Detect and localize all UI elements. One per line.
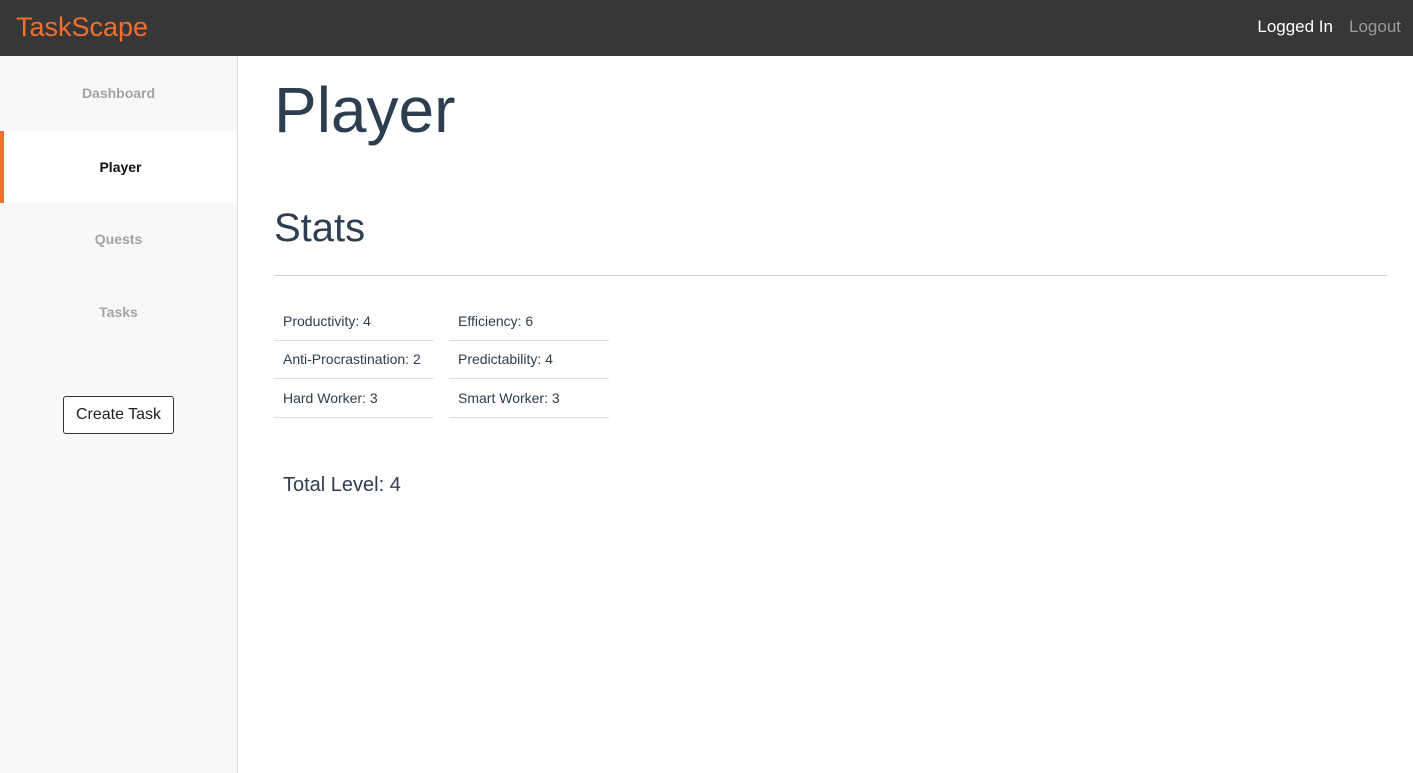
sidebar-item-tasks[interactable]: Tasks <box>0 276 237 348</box>
logged-in-status: Logged In <box>1257 17 1333 36</box>
main-content: Player Stats Productivity: 4 Anti-Procra… <box>238 56 1413 773</box>
stat-hard-worker: Hard Worker: 3 <box>274 379 434 418</box>
sidebar-item-label: Dashboard <box>81 85 156 101</box>
sidebar-item-label: Quests <box>94 231 143 247</box>
stat-productivity: Productivity: 4 <box>274 302 434 341</box>
total-level: Total Level: 4 <box>283 474 401 496</box>
sidebar-item-quests[interactable]: Quests <box>0 203 237 275</box>
top-nav-links: Logged In Logout <box>1257 16 1401 38</box>
stat-predictability: Predictability: 4 <box>449 341 609 379</box>
logout-link[interactable]: Logout <box>1349 16 1401 38</box>
sidebar: Dashboard Player Quests Tasks Create Tas… <box>0 56 238 773</box>
top-navbar: TaskScape Logged In Logout <box>0 0 1413 56</box>
sidebar-item-player[interactable]: Player <box>0 131 237 203</box>
stat-smart-worker: Smart Worker: 3 <box>449 379 609 418</box>
sidebar-item-dashboard[interactable]: Dashboard <box>0 57 237 129</box>
stat-anti-procrastination: Anti-Procrastination: 2 <box>274 341 434 379</box>
brand-logo[interactable]: TaskScape <box>16 11 148 43</box>
stats-column-left: Productivity: 4 Anti-Procrastination: 2 … <box>274 302 434 418</box>
stats-column-right: Efficiency: 6 Predictability: 4 Smart Wo… <box>449 302 609 418</box>
divider <box>274 275 1388 276</box>
stat-efficiency: Efficiency: 6 <box>449 302 609 341</box>
sidebar-item-label: Tasks <box>99 304 138 320</box>
create-task-button[interactable]: Create Task <box>63 396 174 434</box>
sidebar-item-label: Player <box>99 159 142 175</box>
page-title: Player <box>274 74 456 146</box>
stats-heading: Stats <box>274 206 366 250</box>
